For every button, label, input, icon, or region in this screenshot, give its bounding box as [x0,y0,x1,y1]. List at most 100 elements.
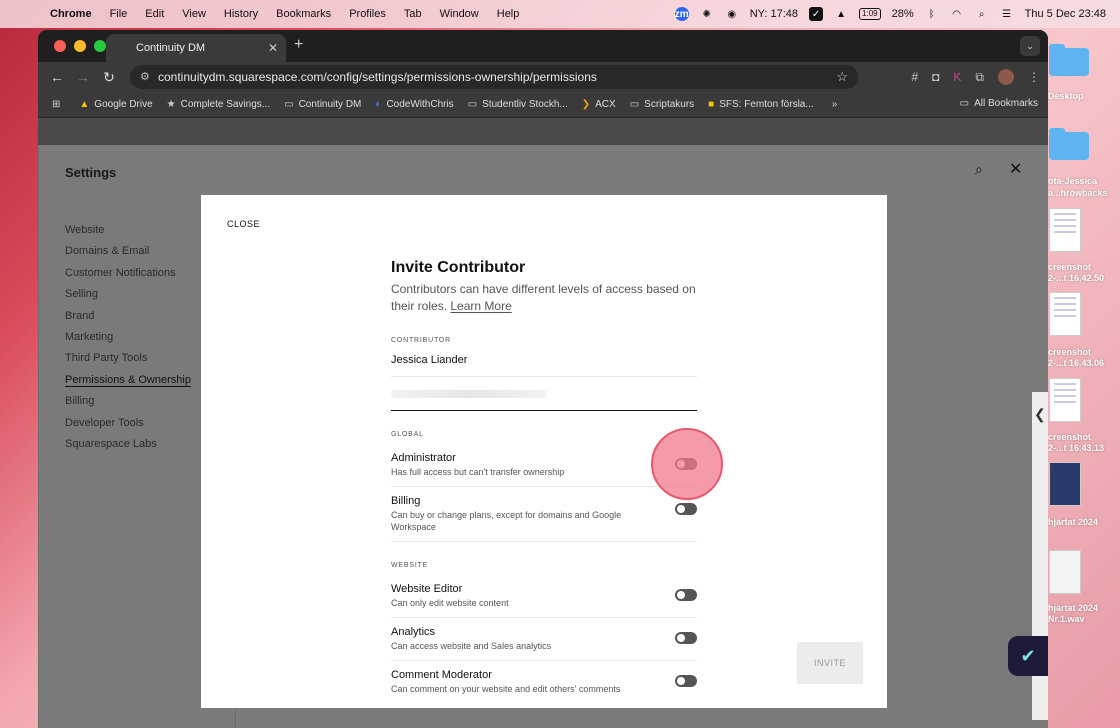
back-icon[interactable]: ← [44,69,70,85]
menu-tab[interactable]: Tab [404,8,422,20]
folder-icon[interactable] [1049,44,1089,76]
image-thumbnail[interactable] [1049,462,1081,506]
desktop-label[interactable]: hjärtat 2024 [1048,516,1120,528]
settings-nav-customer-notifications[interactable]: Customer Notifications [65,267,191,288]
settings-nav-permissions-ownership[interactable]: Permissions & Ownership [65,374,191,395]
record-icon[interactable]: ◉ [725,7,739,21]
screenshot-thumbnail[interactable] [1049,292,1081,336]
page-top-strip [38,118,1048,145]
settings-nav-domains-email[interactable]: Domains & Email [65,245,191,266]
settings-nav-developer-tools[interactable]: Developer Tools [65,417,191,438]
all-bookmarks[interactable]: ▭ All Bookmarks [960,98,1038,109]
gear-icon[interactable]: ✺ [700,7,714,21]
drive-icon[interactable]: ▲ [834,7,848,21]
settings-nav-billing[interactable]: Billing [65,395,191,416]
bookmark-sfs[interactable]: ■ SFS: Femton försla... [708,99,814,110]
tab-continuity-dm[interactable]: Continuity DM ✕ [106,34,286,62]
world-clock[interactable]: NY: 17:48 [750,8,798,20]
reload-icon[interactable]: ↻ [96,69,122,86]
profile-avatar[interactable] [998,69,1014,85]
close-tab-icon[interactable]: ✕ [268,41,278,55]
modal-close-button[interactable]: CLOSE [227,219,260,229]
desktop-label[interactable]: 2-...t 16.42.50 [1048,272,1120,284]
k-extension-icon[interactable]: K [953,70,961,84]
menu-window[interactable]: Window [440,8,479,20]
modal-title: Invite Contributor [391,259,526,276]
menu-view[interactable]: View [182,8,206,20]
site-info-icon[interactable]: ⚙ [140,70,150,83]
settings-nav-marketing[interactable]: Marketing [65,331,191,352]
battery-time[interactable]: 1:09 [859,8,881,20]
learn-more-link[interactable]: Learn More [450,299,511,313]
bookmark-codewithchris[interactable]: ◐ CodeWithChris [375,99,453,110]
bookmark-continuity-dm[interactable]: ▭ Continuity DM [284,99,361,110]
camera-extension-icon[interactable]: ◘ [932,70,939,84]
bookmarks-overflow-icon[interactable]: » [832,99,843,110]
permission-desc: Can buy or change plans, except for doma… [391,510,622,532]
floating-check-app-icon[interactable]: ✔ [1008,636,1048,676]
invite-button[interactable]: INVITE [797,642,863,684]
bookmark-google-drive[interactable]: ▲ Google Drive [79,99,152,110]
desktop-label[interactable]: 2-...t 16.43.13 [1048,442,1120,454]
bookmark-scriptakurs[interactable]: ▭ Scriptakurs [630,99,694,110]
settings-nav-squarespace-labs[interactable]: Squarespace Labs [65,438,191,459]
desktop-label[interactable]: 2-...t 16.43.06 [1048,357,1120,369]
apps-grid-icon[interactable]: ⊞ [52,99,65,110]
billing-toggle[interactable] [675,503,697,515]
folder-icon[interactable] [1049,128,1089,160]
address-bar[interactable]: ⚙ continuitydm.squarespace.com/config/se… [130,65,858,89]
zoom-icon[interactable]: zm [674,7,689,21]
hash-extension-icon[interactable]: # [911,70,918,84]
contributor-name-field[interactable]: Jessica Liander [391,344,697,377]
analytics-toggle[interactable] [675,632,697,644]
settings-nav-website[interactable]: Website [65,224,191,245]
battery-percent: 28% [891,8,914,20]
bookmark-studentliv[interactable]: ▭ Studentliv Stockh... [468,99,568,110]
new-tab-icon[interactable]: + [294,36,303,54]
permission-desc: Can only edit website content [391,598,509,608]
checkmark-app-icon[interactable]: ✓ [809,7,824,21]
music-file-icon[interactable] [1049,550,1081,594]
website-section-label: WEBSITE [391,562,429,569]
search-icon[interactable]: ⌕ [975,7,989,21]
menu-app-name[interactable]: Chrome [50,8,92,20]
website-editor-toggle[interactable] [675,589,697,601]
menu-help[interactable]: Help [497,8,520,20]
bluetooth-icon[interactable]: ᛒ [925,7,939,21]
settings-nav-brand[interactable]: Brand [65,310,191,331]
browser-window: Continuity DM ✕ + ⌄ ← → ↻ ⚙ continuitydm… [38,30,1048,728]
bookmark-star-icon[interactable]: ☆ [836,69,848,85]
settings-nav-selling[interactable]: Selling [65,288,191,309]
menubar-datetime[interactable]: Thu 5 Dec 23:48 [1025,8,1106,20]
screenshot-thumbnail[interactable] [1049,378,1081,422]
bookmark-acx[interactable]: ❯ ACX [582,99,616,110]
close-icon[interactable]: ✕ [1009,159,1022,179]
zoom-window-button[interactable] [94,40,106,52]
desktop-label[interactable]: ota-Jessica [1048,175,1120,187]
screenshot-thumbnail[interactable] [1049,208,1081,252]
desktop-label[interactable]: a...hrowbacks [1048,187,1120,199]
comment-moderator-toggle[interactable] [675,675,697,687]
menu-history[interactable]: History [224,8,258,20]
contributor-email-field[interactable] [391,377,697,411]
close-window-button[interactable] [54,40,66,52]
kebab-menu-icon[interactable]: ⋮ [1028,70,1040,84]
settings-nav-third-party-tools[interactable]: Third Party Tools [65,352,191,373]
chevron-left-icon[interactable]: ❮ [1034,406,1046,423]
desktop-label[interactable]: Nr.1.wav [1048,613,1120,625]
wifi-icon[interactable]: ◠ [950,7,964,21]
acx-icon: ❯ [581,99,591,110]
forward-icon[interactable]: → [70,69,96,85]
bookmark-complete-savings[interactable]: ★ Complete Savings... [167,99,270,110]
desktop-label[interactable]: Desktop [1048,90,1120,102]
menu-profiles[interactable]: Profiles [349,8,386,20]
menu-file[interactable]: File [110,8,128,20]
menu-edit[interactable]: Edit [145,8,164,20]
puzzle-extensions-icon[interactable]: ⧉ [975,70,984,85]
tab-search-icon[interactable]: ⌄ [1020,36,1040,56]
minimize-window-button[interactable] [74,40,86,52]
menu-bookmarks[interactable]: Bookmarks [276,8,331,20]
url-text[interactable]: continuitydm.squarespace.com/config/sett… [158,70,597,84]
search-icon[interactable]: ⌕ [975,161,983,178]
control-center-icon[interactable]: ☰ [1000,7,1014,21]
